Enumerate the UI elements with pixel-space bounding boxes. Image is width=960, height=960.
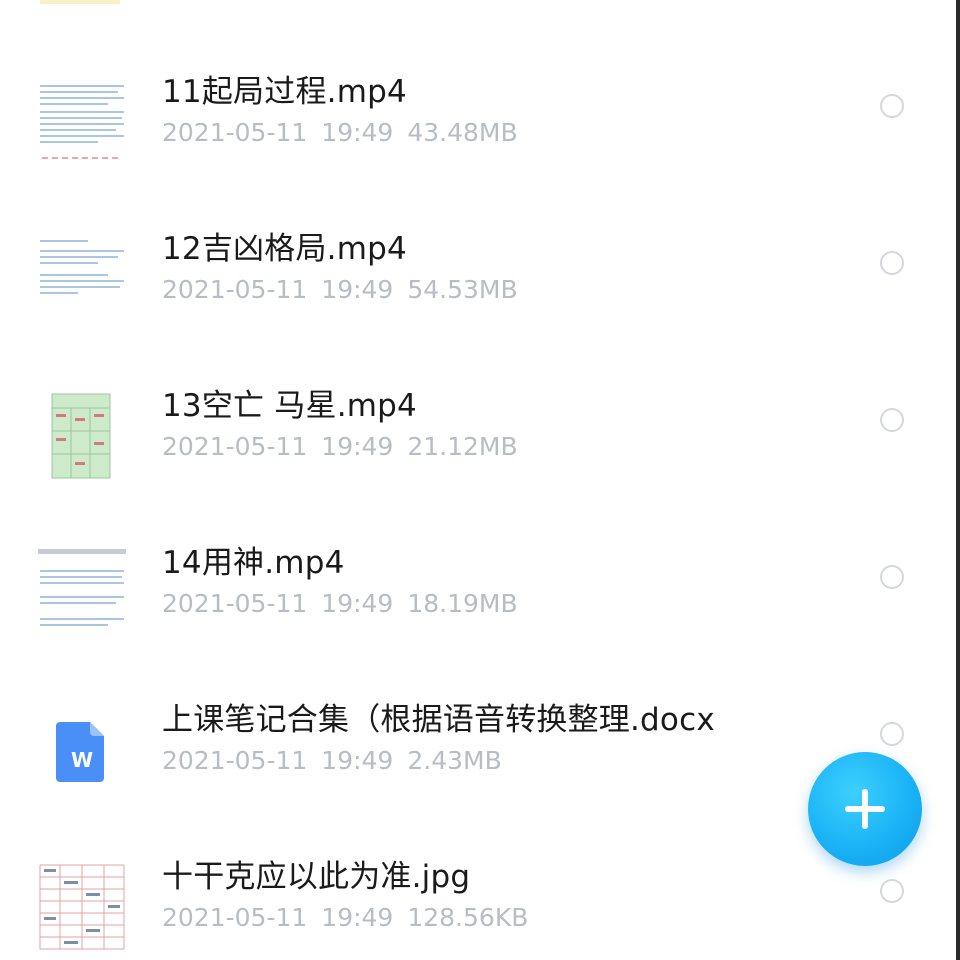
svg-text:W: W xyxy=(71,748,93,772)
file-meta: 2021-05-11 19:49 128.56KB xyxy=(162,903,542,932)
file-time: 19:49 xyxy=(321,118,394,147)
file-name: 14用神.mp4 xyxy=(162,545,345,581)
file-time: 19:49 xyxy=(321,432,394,461)
file-row[interactable]: 11起局过程.mp4 2021-05-11 19:49 43.48MB xyxy=(0,48,956,198)
file-browser-screen: 11起局过程.mp4 2021-05-11 19:49 43.48MB 12吉凶… xyxy=(0,0,960,960)
document-preview-icon xyxy=(38,235,126,323)
file-name: 12吉凶格局.mp4 xyxy=(162,231,407,267)
file-meta: 2021-05-11 19:49 43.48MB xyxy=(162,118,532,147)
table-image-preview-icon xyxy=(38,863,126,951)
file-time: 19:49 xyxy=(321,746,394,775)
plus-icon xyxy=(845,789,885,829)
file-time: 19:49 xyxy=(321,275,394,304)
file-meta: 2021-05-11 19:49 21.12MB xyxy=(162,432,532,461)
file-size: 128.56KB xyxy=(407,903,529,932)
grid-chart-preview-icon xyxy=(38,392,126,480)
document-preview-icon xyxy=(38,78,126,166)
file-date: 2021-05-11 xyxy=(162,903,308,932)
file-row[interactable]: 14用神.mp4 2021-05-11 19:49 18.19MB xyxy=(0,519,956,669)
file-size: 54.53MB xyxy=(407,275,518,304)
file-meta: 2021-05-11 19:49 18.19MB xyxy=(162,589,532,618)
file-meta: 2021-05-11 19:49 2.43MB xyxy=(162,746,516,775)
select-radio[interactable] xyxy=(880,251,904,275)
file-size: 21.12MB xyxy=(407,432,518,461)
select-radio[interactable] xyxy=(880,722,904,746)
file-time: 19:49 xyxy=(321,903,394,932)
file-row[interactable]: 13空亡 马星.mp4 2021-05-11 19:49 21.12MB xyxy=(0,362,956,512)
file-time: 19:49 xyxy=(321,589,394,618)
file-size: 18.19MB xyxy=(407,589,518,618)
document-preview-icon xyxy=(38,549,126,637)
select-radio[interactable] xyxy=(880,408,904,432)
select-radio[interactable] xyxy=(880,879,904,903)
file-date: 2021-05-11 xyxy=(162,589,308,618)
file-name: 11起局过程.mp4 xyxy=(162,74,407,110)
file-name: 13空亡 马星.mp4 xyxy=(162,388,417,424)
add-button[interactable] xyxy=(808,752,922,866)
window-edge xyxy=(956,0,960,960)
file-size: 43.48MB xyxy=(407,118,518,147)
word-doc-icon: W xyxy=(38,706,126,794)
file-date: 2021-05-11 xyxy=(162,746,308,775)
file-row[interactable]: 十干克应以此为准.jpg 2021-05-11 19:49 128.56KB xyxy=(0,833,956,960)
file-meta: 2021-05-11 19:49 54.53MB xyxy=(162,275,532,304)
file-size: 2.43MB xyxy=(407,746,502,775)
file-date: 2021-05-11 xyxy=(162,432,308,461)
file-date: 2021-05-11 xyxy=(162,275,308,304)
file-name: 十干克应以此为准.jpg xyxy=(162,859,471,895)
select-radio[interactable] xyxy=(880,94,904,118)
file-date: 2021-05-11 xyxy=(162,118,308,147)
file-row[interactable]: 12吉凶格局.mp4 2021-05-11 19:49 54.53MB xyxy=(0,205,956,355)
select-radio[interactable] xyxy=(880,565,904,589)
file-name: 上课笔记合集（根据语音转换整理.docx xyxy=(162,702,715,738)
